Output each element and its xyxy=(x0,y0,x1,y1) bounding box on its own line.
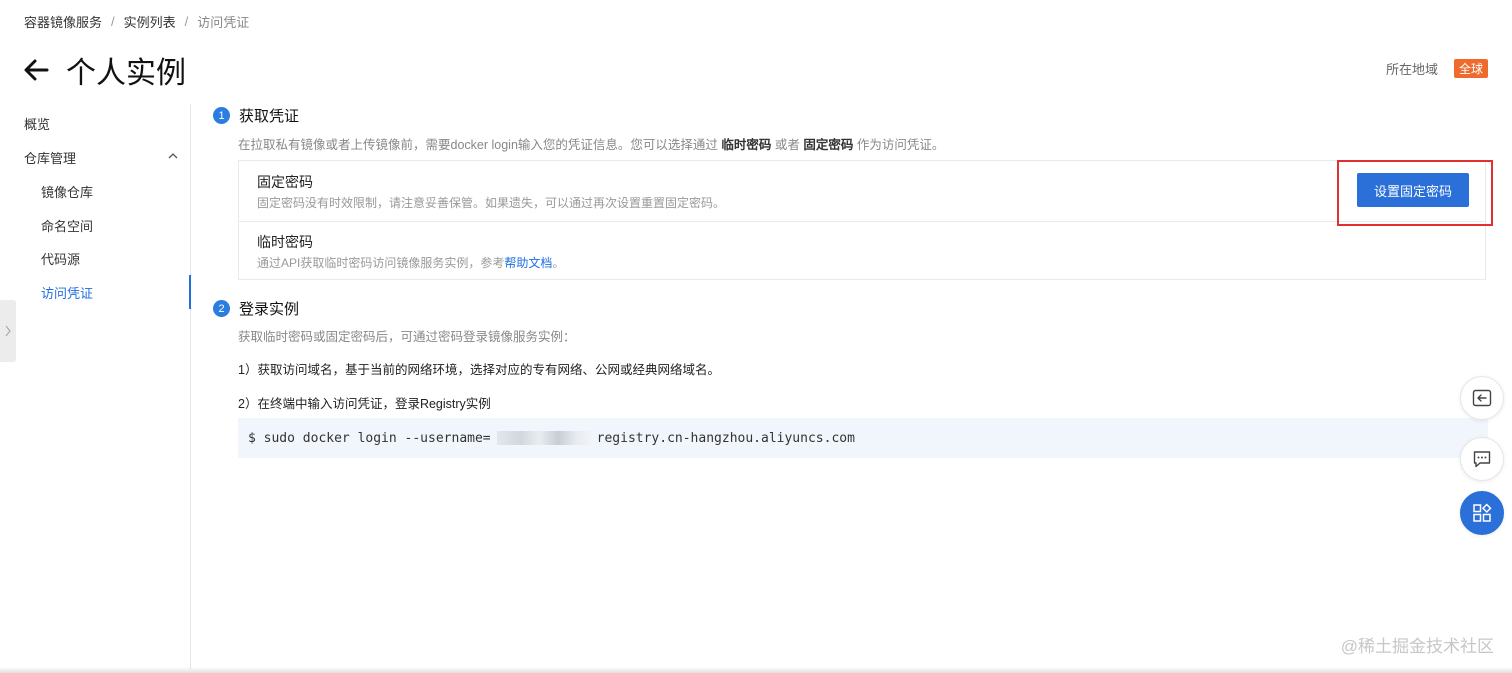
sidebar-item-label: 代码源 xyxy=(41,251,81,267)
breadcrumb-separator: / xyxy=(184,14,189,29)
fixed-password-title: 固定密码 xyxy=(257,174,313,190)
region-label: 所在地域 xyxy=(1385,62,1438,77)
section-login-instance-header: 2 登录实例 xyxy=(213,298,299,319)
sidebar-collapse-toggle[interactable] xyxy=(0,300,16,362)
section-get-credentials-desc: 在拉取私有镜像或者上传镜像前，需要docker login输入您的凭证信息。您可… xyxy=(238,134,944,153)
section-get-credentials-header: 1 获取凭证 xyxy=(213,105,299,126)
section-login-desc: 获取临时密码或固定密码后，可通过密码登录镜像服务实例： xyxy=(238,330,576,344)
sidebar-item-image-repos[interactable]: 镜像仓库 xyxy=(0,174,190,208)
temp-password-desc: 通过API获取临时密码访问镜像服务实例，参考帮助文档。 xyxy=(257,254,564,271)
step-number-badge: 1 xyxy=(213,107,230,124)
redacted-username xyxy=(496,431,591,445)
login-step-2: 2）在终端中输入访问凭证，登录Registry实例 xyxy=(238,397,491,411)
chat-bubble-icon xyxy=(1473,451,1491,468)
desc-text: 或者 xyxy=(774,138,800,152)
page-title: 个人实例 xyxy=(66,57,186,90)
desc-text: 作为访问凭证。 xyxy=(856,138,945,152)
desc-emphasis-temp: 临时密码 xyxy=(721,138,772,152)
breadcrumb: 容器镜像服务 / 实例列表 / 访问凭证 xyxy=(24,12,249,31)
sidebar-item-access-credentials[interactable]: 访问凭证 xyxy=(0,275,191,309)
sidebar-item-code-sources[interactable]: 代码源 xyxy=(0,241,190,275)
command-suffix: registry.cn-hangzhou.aliyuncs.com xyxy=(596,430,855,446)
panel-collapse-icon xyxy=(1472,389,1492,407)
section-title: 获取凭证 xyxy=(239,108,300,125)
highlight-annotation-box xyxy=(1337,160,1493,226)
login-command-block[interactable]: $ sudo docker login --username= registry… xyxy=(238,418,1488,458)
floating-feedback-button[interactable] xyxy=(1460,437,1504,481)
fixed-password-row: 固定密码 固定密码没有时效限制，请注意妥善保管。如果遗失，可以通过再次设置重置固… xyxy=(239,161,1485,222)
sidebar-item-overview[interactable]: 概览 xyxy=(0,106,190,140)
breadcrumb-current: 访问凭证 xyxy=(197,15,250,30)
help-doc-link[interactable]: 帮助文档 xyxy=(504,256,552,270)
chevron-right-icon xyxy=(5,325,11,337)
back-button[interactable] xyxy=(22,56,50,84)
chevron-up-icon xyxy=(168,153,178,159)
floating-apps-button[interactable] xyxy=(1460,491,1504,535)
login-step-1: 1）获取访问域名，基于当前的网络环境，选择对应的专有网络、公网或经典网络域名。 xyxy=(238,363,720,377)
credentials-card: 固定密码 固定密码没有时效限制，请注意妥善保管。如果遗失，可以通过再次设置重置固… xyxy=(238,160,1486,280)
sidebar-group-label: 仓库管理 xyxy=(24,150,77,166)
region-indicator: 所在地域 全球 xyxy=(1386,59,1488,78)
apps-grid-icon xyxy=(1473,503,1492,522)
watermark: @稀土掘金技术社区 xyxy=(1340,637,1494,656)
fixed-password-desc: 固定密码没有时效限制，请注意妥善保管。如果遗失，可以通过再次设置重置固定密码。 xyxy=(257,196,726,210)
sidebar-item-label: 命名空间 xyxy=(41,218,94,234)
sidebar-group-repo-management[interactable]: 仓库管理 xyxy=(0,140,190,174)
step-number-badge: 2 xyxy=(213,300,230,317)
breadcrumb-item-container-registry[interactable]: 容器镜像服务 xyxy=(24,12,102,31)
sidebar-item-label: 镜像仓库 xyxy=(41,184,94,200)
desc-text: 在拉取私有镜像或者上传镜像前，需要docker login输入您的凭证信息。您可… xyxy=(238,138,718,152)
command-prefix: $ sudo docker login --username= xyxy=(248,430,491,446)
section-title: 登录实例 xyxy=(239,301,300,318)
desc-emphasis-fixed: 固定密码 xyxy=(803,138,854,152)
desc-text: 。 xyxy=(552,256,565,270)
arrow-left-icon xyxy=(24,59,49,81)
temp-password-title: 临时密码 xyxy=(257,234,313,250)
temp-password-row: 临时密码 通过API获取临时密码访问镜像服务实例，参考帮助文档。 xyxy=(239,221,1485,279)
desc-text: 通过API获取临时密码访问镜像服务实例，参考 xyxy=(257,256,505,270)
sidebar: 概览 仓库管理 镜像仓库 命名空间 代码源 访问凭证 xyxy=(0,104,191,669)
page-header: 个人实例 xyxy=(22,48,186,92)
sidebar-item-label: 概览 xyxy=(24,116,51,132)
region-tag[interactable]: 全球 xyxy=(1453,59,1488,78)
bottom-shadow xyxy=(0,667,1512,673)
breadcrumb-item-instance-list[interactable]: 实例列表 xyxy=(124,12,176,31)
sidebar-item-namespaces[interactable]: 命名空间 xyxy=(0,208,190,242)
breadcrumb-separator: / xyxy=(111,14,115,29)
floating-collapse-button[interactable] xyxy=(1460,376,1504,420)
sidebar-item-label: 访问凭证 xyxy=(41,285,94,301)
